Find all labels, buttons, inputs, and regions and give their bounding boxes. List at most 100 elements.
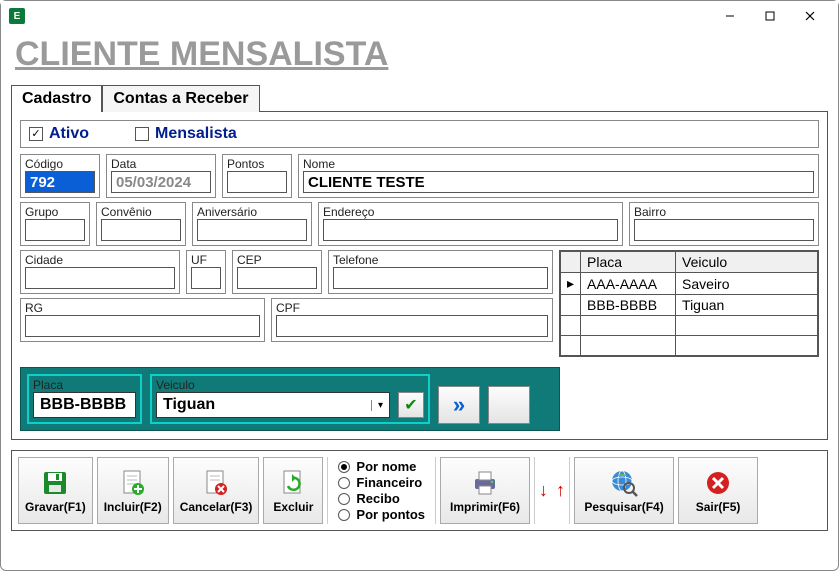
exit-icon bbox=[703, 468, 733, 498]
floppy-disk-icon bbox=[40, 468, 70, 498]
table-row[interactable]: ▸ AAA-AAAA Saveiro bbox=[561, 273, 818, 295]
tab-contas-a-receber[interactable]: Contas a Receber bbox=[102, 85, 259, 112]
label-data: Data bbox=[111, 157, 211, 171]
label-uf: UF bbox=[191, 253, 221, 267]
label-aniversario: Aniversário bbox=[197, 205, 307, 219]
row-pointer-icon bbox=[561, 295, 581, 316]
input-cpf[interactable] bbox=[276, 315, 548, 337]
combo-veiculo[interactable]: Tiguan ▾ bbox=[156, 392, 390, 418]
grid-col-placa: Placa bbox=[581, 252, 676, 273]
save-button-label: Gravar(F1) bbox=[25, 500, 86, 514]
label-grupo: Grupo bbox=[25, 205, 85, 219]
cancel-button[interactable]: Cancelar(F3) bbox=[173, 457, 260, 524]
checkbox-mensalista-box bbox=[135, 127, 149, 141]
label-codigo: Código bbox=[25, 157, 95, 171]
label-pontos: Pontos bbox=[227, 157, 287, 171]
radio-por-pontos[interactable]: Por pontos bbox=[338, 507, 425, 522]
document-cancel-icon bbox=[201, 468, 231, 498]
label-endereco: Endereço bbox=[323, 205, 618, 219]
input-nome[interactable] bbox=[303, 171, 814, 193]
printer-icon bbox=[470, 468, 500, 498]
add-button-label: Incluir(F2) bbox=[104, 500, 162, 514]
cell-placa: BBB-BBBB bbox=[581, 295, 676, 316]
delete-button[interactable]: Excluir bbox=[263, 457, 323, 524]
grid-col-veiculo: Veiculo bbox=[676, 252, 818, 273]
flags-frame: ✓ Ativo Mensalista bbox=[20, 120, 819, 148]
save-button[interactable]: Gravar(F1) bbox=[18, 457, 93, 524]
tab-cadastro[interactable]: Cadastro bbox=[11, 85, 102, 112]
label-placa-entry: Placa bbox=[33, 378, 136, 392]
label-bairro: Bairro bbox=[634, 205, 814, 219]
search-button-label: Pesquisar(F4) bbox=[584, 500, 663, 514]
input-pontos[interactable] bbox=[227, 171, 287, 193]
input-cep[interactable] bbox=[237, 267, 317, 289]
radio-financeiro-label: Financeiro bbox=[356, 475, 422, 490]
input-placa-entry[interactable] bbox=[33, 392, 136, 418]
check-icon: ✔ bbox=[404, 395, 417, 415]
globe-search-icon bbox=[609, 468, 639, 498]
bottom-toolbar: Gravar(F1) Incluir(F2) Cancelar(F3) Excl… bbox=[11, 450, 828, 531]
label-nome: Nome bbox=[303, 157, 814, 171]
checkbox-mensalista[interactable]: Mensalista bbox=[135, 125, 237, 143]
print-button-label: Imprimir(F6) bbox=[450, 500, 520, 514]
cell-placa: AAA-AAAA bbox=[581, 273, 676, 295]
vehicle-entry-panel: Placa Veiculo Tiguan ▾ ✔ » bbox=[20, 367, 560, 431]
radio-financeiro[interactable]: Financeiro bbox=[338, 475, 425, 490]
label-cidade: Cidade bbox=[25, 253, 175, 267]
search-button[interactable]: Pesquisar(F4) bbox=[574, 457, 674, 524]
row-pointer-icon: ▸ bbox=[561, 273, 581, 295]
input-data[interactable] bbox=[111, 171, 211, 193]
delete-button-label: Excluir bbox=[273, 500, 313, 514]
print-button[interactable]: Imprimir(F6) bbox=[440, 457, 530, 524]
exit-button[interactable]: Sair(F5) bbox=[678, 457, 758, 524]
label-telefone: Telefone bbox=[333, 253, 548, 267]
input-endereco[interactable] bbox=[323, 219, 618, 241]
label-convenio: Convênio bbox=[101, 205, 181, 219]
checkbox-ativo-box: ✓ bbox=[29, 127, 43, 141]
confirm-vehicle-button[interactable]: ✔ bbox=[398, 392, 424, 418]
label-veiculo-entry: Veiculo bbox=[156, 378, 424, 392]
delete-vehicle-button[interactable] bbox=[488, 386, 530, 424]
radio-por-nome[interactable]: Por nome bbox=[338, 459, 425, 474]
minimize-button[interactable] bbox=[710, 3, 750, 29]
input-telefone[interactable] bbox=[333, 267, 548, 289]
window-titlebar: E bbox=[1, 1, 838, 31]
tabs: Cadastro Contas a Receber bbox=[1, 84, 838, 111]
exit-button-label: Sair(F5) bbox=[696, 500, 741, 514]
combo-veiculo-value: Tiguan bbox=[157, 394, 371, 416]
input-grupo[interactable] bbox=[25, 219, 85, 241]
arrow-up-button[interactable]: ↑ bbox=[556, 480, 565, 501]
label-cpf: CPF bbox=[276, 301, 548, 315]
cell-veiculo: Tiguan bbox=[676, 295, 818, 316]
vehicle-grid[interactable]: Placa Veiculo ▸ AAA-AAAA Saveiro BBB-BBB… bbox=[559, 250, 819, 357]
table-row[interactable]: BBB-BBBB Tiguan bbox=[561, 295, 818, 316]
checkbox-ativo-label: Ativo bbox=[49, 125, 89, 143]
tab-content: ✓ Ativo Mensalista Código Data Pontos No… bbox=[11, 111, 828, 440]
checkbox-mensalista-label: Mensalista bbox=[155, 125, 237, 143]
maximize-button[interactable] bbox=[750, 3, 790, 29]
add-button[interactable]: Incluir(F2) bbox=[97, 457, 169, 524]
radio-recibo[interactable]: Recibo bbox=[338, 491, 425, 506]
label-rg: RG bbox=[25, 301, 260, 315]
cancel-button-label: Cancelar(F3) bbox=[180, 500, 253, 514]
radio-por-nome-label: Por nome bbox=[356, 459, 416, 474]
page-title: CLIENTE MENSALISTA bbox=[1, 31, 838, 84]
input-convenio[interactable] bbox=[101, 219, 181, 241]
input-cidade[interactable] bbox=[25, 267, 175, 289]
label-cep: CEP bbox=[237, 253, 317, 267]
radio-recibo-label: Recibo bbox=[356, 491, 399, 506]
arrow-down-button[interactable]: ↓ bbox=[539, 480, 548, 501]
next-vehicle-button[interactable]: » bbox=[438, 386, 480, 424]
input-bairro[interactable] bbox=[634, 219, 814, 241]
app-icon: E bbox=[9, 8, 25, 24]
chevron-down-icon[interactable]: ▾ bbox=[371, 400, 389, 411]
close-button[interactable] bbox=[790, 3, 830, 29]
checkbox-ativo[interactable]: ✓ Ativo bbox=[29, 125, 89, 143]
print-mode-radios: Por nome Financeiro Recibo Por pontos bbox=[327, 457, 436, 524]
document-refresh-icon bbox=[278, 468, 308, 498]
input-codigo[interactable] bbox=[25, 171, 95, 193]
document-plus-icon bbox=[118, 468, 148, 498]
input-rg[interactable] bbox=[25, 315, 260, 337]
input-aniversario[interactable] bbox=[197, 219, 307, 241]
input-uf[interactable] bbox=[191, 267, 221, 289]
